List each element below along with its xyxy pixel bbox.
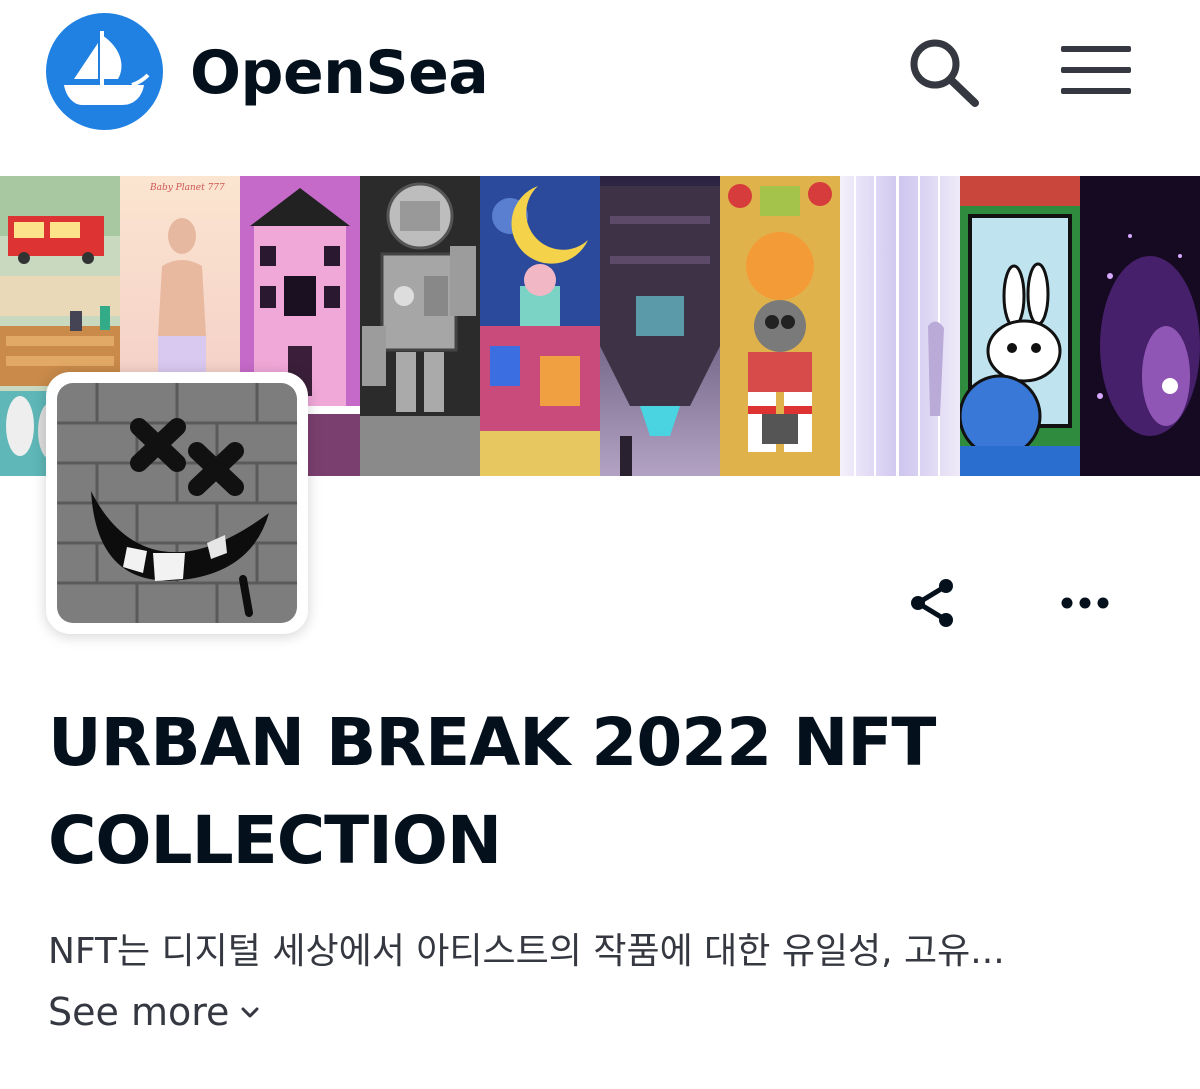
avatar-image (57, 383, 297, 623)
collection-title: URBAN BREAK 2022 NFT COLLECTION (48, 704, 936, 879)
opensea-logo[interactable] (46, 13, 163, 130)
chevron-down-icon (241, 1007, 259, 1018)
hamburger-menu-icon (1061, 46, 1131, 52)
banner-tile-bunny-cartoon (960, 176, 1080, 476)
banner-tile-purple-particles (1080, 176, 1200, 476)
see-more-label: See more (48, 990, 230, 1034)
banner-tile-gasmask-character (720, 176, 840, 476)
menu-button[interactable] (1058, 46, 1134, 98)
opensea-ship-icon (64, 31, 150, 105)
collection-description: NFT는 디지털 세상에서 아티스트의 작품에 대한 유일성, 고유... (48, 931, 1005, 972)
search-button[interactable] (905, 36, 983, 108)
banner-tile-moon-night (480, 176, 600, 476)
more-options-button[interactable] (1055, 585, 1115, 621)
search-icon (910, 39, 979, 107)
baby-planet-caption: Baby Planet 777 (149, 183, 225, 193)
banner-tile-spaceship (600, 176, 720, 476)
share-icon (911, 579, 953, 627)
see-more-button[interactable]: See more (48, 988, 261, 1036)
brand-name[interactable]: OpenSea (190, 38, 489, 108)
top-nav: OpenSea (0, 0, 1200, 176)
more-options-icon (1061, 597, 1109, 609)
collection-avatar[interactable] (46, 372, 308, 634)
share-button[interactable] (904, 574, 962, 632)
banner-tile-robot (360, 176, 480, 476)
banner-tile-light-rain (840, 176, 960, 476)
